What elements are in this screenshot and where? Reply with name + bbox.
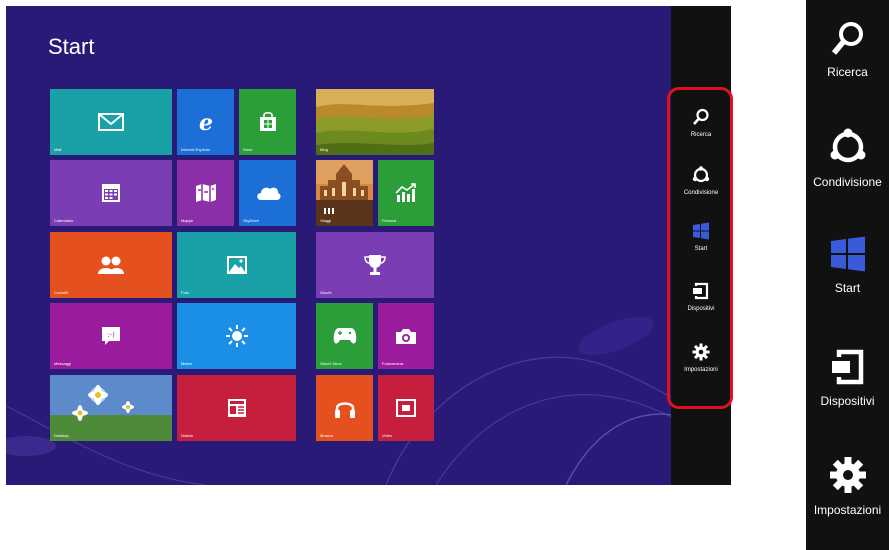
tile-label: Viaggi xyxy=(320,218,332,223)
tile-label: Giochi xyxy=(320,290,332,295)
store-icon xyxy=(259,112,276,131)
svg-text::-): :-) xyxy=(107,331,115,339)
tile-label: Mappe xyxy=(181,218,194,223)
charm-label: Condivisione xyxy=(813,175,882,189)
tile-label: Mail xyxy=(54,147,62,152)
tile-finance[interactable]: Finanza xyxy=(378,160,434,226)
charm-devices[interactable]: Dispositivi xyxy=(806,349,889,408)
messaging-icon: :-) xyxy=(102,327,120,345)
xbox-icon xyxy=(333,328,356,344)
tile-label: Messaggi xyxy=(54,361,72,366)
sun-icon xyxy=(225,325,248,347)
tile-bing[interactable]: Bing xyxy=(316,89,434,155)
tile-label: Desktop xyxy=(54,433,69,438)
tile-photos[interactable]: Foto xyxy=(177,232,296,298)
tile-label: Notizie xyxy=(181,433,194,438)
share-icon xyxy=(830,128,865,163)
tile-label: Contatti xyxy=(54,290,68,295)
tile-people[interactable]: Contatti xyxy=(50,232,172,298)
video-icon xyxy=(396,399,416,417)
internet-explorer-icon: e xyxy=(199,111,213,133)
tile-label: Calendario xyxy=(54,218,74,223)
charm-label: Impostazioni xyxy=(813,503,882,517)
page-title: Start xyxy=(48,34,95,59)
tile-messaging[interactable]: :-) Messaggi xyxy=(50,303,172,369)
desktop-icon xyxy=(50,375,172,441)
camera-icon xyxy=(396,329,416,344)
trophy-icon xyxy=(364,255,386,275)
gear-icon xyxy=(829,457,866,493)
tile-label: Musica xyxy=(320,433,333,438)
tile-weather[interactable]: Meteo xyxy=(177,303,296,369)
tile-mail[interactable]: Mail xyxy=(50,89,172,155)
tile-desktop[interactable]: Desktop xyxy=(50,375,172,441)
tile-xbox-games[interactable]: Giochi Xbox xyxy=(316,303,373,369)
travel-icon xyxy=(316,160,373,226)
tile-store[interactable]: Store xyxy=(239,89,296,155)
search-icon xyxy=(831,22,863,55)
tile-label: Meteo xyxy=(181,361,193,366)
charm-label: Ricerca xyxy=(827,65,868,79)
news-icon xyxy=(227,399,246,417)
tile-label: Giochi Xbox xyxy=(320,361,342,366)
headphones-icon xyxy=(334,402,355,418)
charm-label: Dispositivi xyxy=(820,394,875,408)
tile-label: SkyDrive xyxy=(243,218,260,223)
cloud-icon xyxy=(256,187,281,200)
tile-internet-explorer[interactable]: e Internet Explorer xyxy=(177,89,234,155)
tile-skydrive[interactable]: SkyDrive xyxy=(239,160,296,226)
charms-bar: Ricerca Condivisione Start Dispositivi I… xyxy=(806,0,889,550)
tile-music[interactable]: Musica xyxy=(316,375,373,441)
finance-icon xyxy=(395,183,416,202)
highlight-ring xyxy=(667,87,733,409)
tile-label: Video xyxy=(382,433,393,438)
windows-icon xyxy=(830,236,865,272)
tile-video[interactable]: Video xyxy=(378,375,434,441)
tile-maps[interactable]: Mappe xyxy=(177,160,234,226)
maps-icon xyxy=(195,184,216,202)
start-screen: Start Mail Calendario Contatti :-) Messa… xyxy=(6,6,731,485)
svg-text:e: e xyxy=(199,111,213,133)
tile-camera[interactable]: Fotocamera xyxy=(378,303,434,369)
tile-news[interactable]: Notizie xyxy=(177,375,296,441)
charm-label: Start xyxy=(834,281,861,295)
photo-icon xyxy=(226,256,247,274)
tile-calendar[interactable]: Calendario xyxy=(50,160,172,226)
charm-search[interactable]: Ricerca xyxy=(806,20,889,79)
tile-label: Bing xyxy=(320,147,329,152)
tile-games[interactable]: Giochi xyxy=(316,232,434,298)
mail-icon xyxy=(98,113,124,131)
tile-travel[interactable]: Viaggi xyxy=(316,160,373,226)
landscape-icon xyxy=(316,89,434,155)
tile-label: Finanza xyxy=(382,218,397,223)
tile-label: Internet Explorer xyxy=(181,147,211,152)
tile-label: Fotocamera xyxy=(382,361,404,366)
tile-label: Foto xyxy=(181,290,190,295)
charm-share[interactable]: Condivisione xyxy=(806,128,889,189)
people-icon xyxy=(98,256,124,274)
tile-label: Store xyxy=(243,147,253,152)
charm-settings[interactable]: Impostazioni xyxy=(806,456,889,517)
calendar-icon xyxy=(102,184,120,202)
devices-icon xyxy=(831,349,863,385)
charm-start[interactable]: Start xyxy=(806,236,889,295)
